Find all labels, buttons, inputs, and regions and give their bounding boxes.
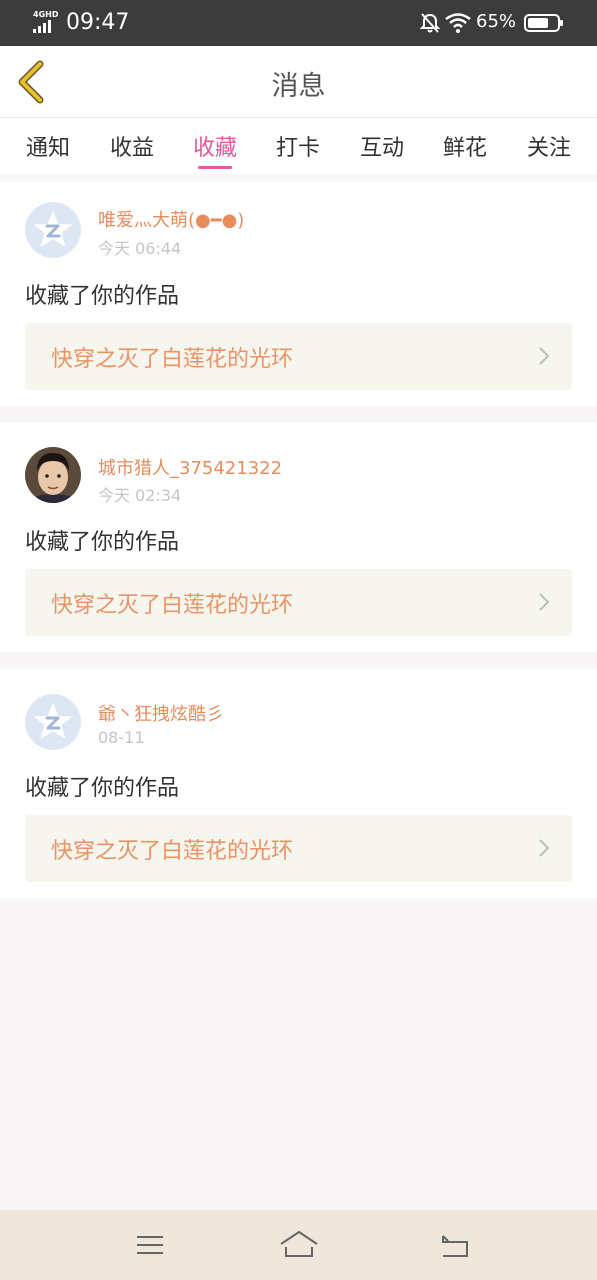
timestamp: 08-11 [98, 728, 145, 747]
message-card: 城市猎人_375421322 今天 02:34 收藏了你的作品 快穿之灭了白莲花… [0, 423, 597, 652]
tab-interaction[interactable]: 互动 [347, 130, 417, 162]
status-bar: 4GHD 09:47 65% [0, 0, 597, 46]
tab-bar: 通知 收益 收藏 打卡 互动 鲜花 关注 [0, 118, 597, 174]
username[interactable]: 唯爱灬大萌(●━●) [98, 206, 244, 232]
default-avatar-icon[interactable] [25, 202, 81, 258]
work-title: 快穿之灭了白莲花的光环 [51, 347, 294, 372]
system-nav-bar [0, 1210, 597, 1280]
bell-off-icon [420, 13, 440, 33]
action-text: 收藏了你的作品 [25, 530, 180, 555]
network-type: 4GHD [33, 10, 59, 19]
tab-follow[interactable]: 关注 [514, 130, 584, 162]
signal-icon [33, 20, 57, 33]
username[interactable]: 爺丶狂拽炫酷彡 [98, 700, 224, 726]
work-title: 快穿之灭了白莲花的光环 [51, 839, 294, 864]
wifi-icon [445, 13, 471, 33]
tab-earnings[interactable]: 收益 [97, 130, 167, 162]
active-tab-indicator [198, 166, 232, 169]
username[interactable]: 城市猎人_375421322 [98, 454, 282, 480]
home-icon[interactable] [279, 1228, 319, 1262]
action-text: 收藏了你的作品 [25, 776, 180, 801]
tab-notifications[interactable]: 通知 [13, 130, 83, 162]
action-text: 收藏了你的作品 [25, 284, 180, 309]
user-photo-avatar[interactable] [25, 447, 81, 503]
chevron-right-icon [539, 347, 550, 365]
timestamp: 今天 02:34 [98, 486, 182, 505]
page-header: 消息 [0, 46, 597, 118]
default-avatar-icon[interactable] [25, 694, 81, 750]
back-icon[interactable] [435, 1228, 475, 1262]
work-link[interactable]: 快穿之灭了白莲花的光环 [25, 815, 572, 882]
battery-icon [524, 14, 563, 32]
chevron-right-icon [539, 839, 550, 857]
menu-icon[interactable] [130, 1228, 170, 1262]
message-card: 唯爱灬大萌(●━●) 今天 06:44 收藏了你的作品 快穿之灭了白莲花的光环 [0, 182, 597, 406]
tab-flowers[interactable]: 鲜花 [430, 130, 500, 162]
work-link[interactable]: 快穿之灭了白莲花的光环 [25, 569, 572, 636]
timestamp: 今天 06:44 [98, 239, 182, 258]
work-link[interactable]: 快穿之灭了白莲花的光环 [25, 323, 572, 390]
status-time: 09:47 [66, 10, 130, 35]
page-title: 消息 [271, 71, 326, 102]
work-title: 快穿之灭了白莲花的光环 [51, 593, 294, 618]
tab-favorites[interactable]: 收藏 [180, 130, 250, 162]
message-card: 爺丶狂拽炫酷彡 08-11 收藏了你的作品 快穿之灭了白莲花的光环 [0, 669, 597, 898]
chevron-right-icon [539, 593, 550, 611]
battery-percent: 65% [476, 11, 517, 32]
tab-checkin[interactable]: 打卡 [263, 130, 333, 162]
